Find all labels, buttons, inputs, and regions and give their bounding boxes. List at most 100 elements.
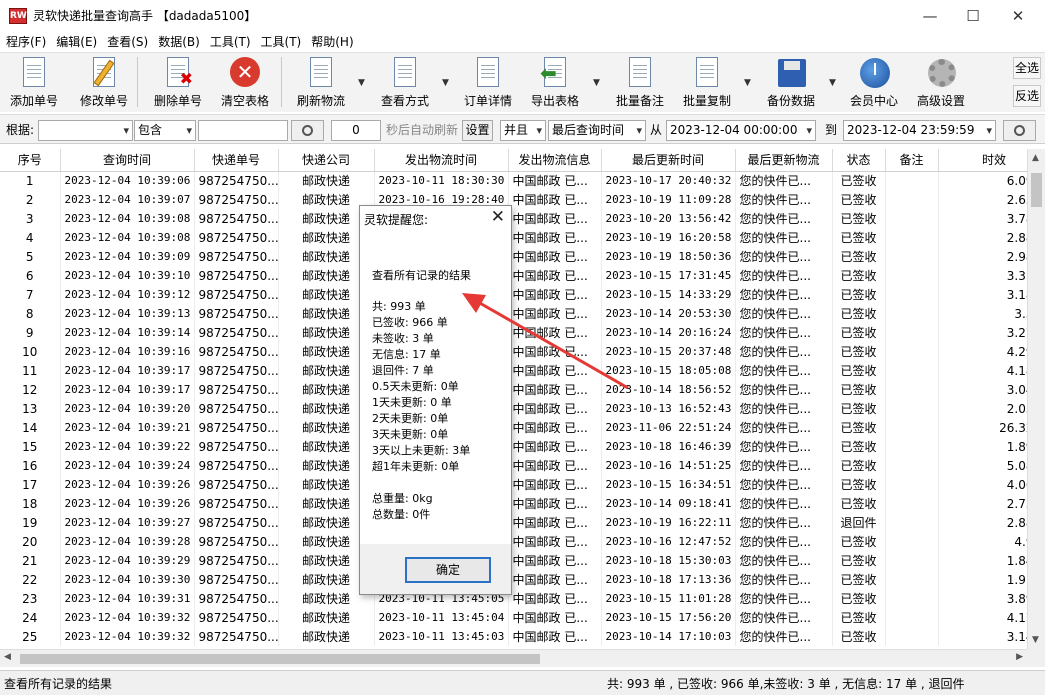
maximize-button[interactable]: ☐ xyxy=(950,0,996,31)
scroll-up-icon[interactable]: ▲ xyxy=(1032,153,1039,163)
close-button[interactable]: ✕ xyxy=(995,0,1041,31)
table-cell: 987254750... xyxy=(194,589,279,608)
backup-button[interactable]: 备份数据 xyxy=(763,55,819,109)
copy-dropdown-icon[interactable]: ▼ xyxy=(744,78,751,88)
export-button[interactable]: ⬅ 导出表格 xyxy=(527,55,583,109)
table-row[interactable]: 7 2023-12-04 10:39:12 987254750... 邮政快递 中国邮政… xyxy=(0,285,1027,304)
backup-dropdown-icon[interactable]: ▼ xyxy=(829,78,836,88)
table-row[interactable]: 10 2023-12-04 10:39:16 987254750... 邮政快递 中国邮… xyxy=(0,342,1027,361)
refresh-interval-input[interactable]: 0 xyxy=(331,120,381,141)
menu-notice[interactable]: 工具(T) xyxy=(261,33,302,50)
table-cell: 您的快件已... xyxy=(735,494,833,513)
document-icon xyxy=(19,57,49,88)
column-header[interactable]: 发出物流时间 xyxy=(374,149,509,172)
refresh-button[interactable]: 刷新物流 xyxy=(293,55,349,109)
ok-button[interactable]: 确定 xyxy=(405,557,491,583)
table-row[interactable]: 23 2023-12-04 10:39:31 987254750... 邮政快递 202… xyxy=(0,589,1027,608)
column-header[interactable]: 发出物流信息 xyxy=(508,149,602,172)
view-mode-button[interactable]: 查看方式 xyxy=(377,55,433,109)
column-header[interactable]: 状态 xyxy=(832,149,886,172)
column-header[interactable]: 备注 xyxy=(885,149,939,172)
to-date-picker[interactable]: 2023-12-04 23:59:59 xyxy=(843,120,996,141)
scroll-down-icon[interactable]: ▼ xyxy=(1032,635,1039,645)
column-header[interactable]: 查询时间 xyxy=(60,149,195,172)
table-cell: 24 xyxy=(0,608,61,627)
filter-search-button[interactable] xyxy=(291,120,324,141)
batch-note-button[interactable]: 批量备注 xyxy=(612,55,668,109)
table-row[interactable]: 18 2023-12-04 10:39:26 987254750... 邮政快递 中国邮… xyxy=(0,494,1027,513)
scroll-left-icon[interactable]: ◀ xyxy=(4,652,11,662)
table-row[interactable]: 11 2023-12-04 10:39:17 987254750... 邮政快递 中国邮… xyxy=(0,361,1027,380)
table-cell: 您的快件已... xyxy=(735,342,833,361)
table-row[interactable]: 1 2023-12-04 10:39:06 987254750... 邮政快递 2023… xyxy=(0,171,1027,190)
column-header[interactable]: 时效 xyxy=(938,149,1027,172)
table-row[interactable]: 4 2023-12-04 10:39:08 987254750... 邮政快递 中国邮政… xyxy=(0,228,1027,247)
filter-field-select[interactable] xyxy=(38,120,133,141)
horizontal-scroll-thumb[interactable] xyxy=(20,654,540,664)
table-row[interactable]: 8 2023-12-04 10:39:13 987254750... 邮政快递 中国邮政… xyxy=(0,304,1027,323)
table-row[interactable]: 20 2023-12-04 10:39:28 987254750... 邮政快递 中国邮… xyxy=(0,532,1027,551)
table-row[interactable]: 17 2023-12-04 10:39:26 987254750... 邮政快递 中国邮… xyxy=(0,475,1027,494)
from-date-picker[interactable]: 2023-12-04 00:00:00 xyxy=(666,120,816,141)
table-row[interactable]: 19 2023-12-04 10:39:27 987254750... 邮政快递 中国邮… xyxy=(0,513,1027,532)
table-row[interactable]: 9 2023-12-04 10:39:14 987254750... 邮政快递 中国邮政… xyxy=(0,323,1027,342)
minimize-button[interactable]: — xyxy=(907,0,953,31)
delete-button[interactable]: ✖ 删除单号 xyxy=(150,55,206,109)
table-row[interactable]: 16 2023-12-04 10:39:24 987254750... 邮政快递 中国邮… xyxy=(0,456,1027,475)
table-row[interactable]: 14 2023-12-04 10:39:21 987254750... 邮政快递 中国邮… xyxy=(0,418,1027,437)
invert-selection-button[interactable]: 反选 xyxy=(1013,85,1041,107)
table-row[interactable]: 22 2023-12-04 10:39:30 987254750... 邮政快递 中国邮… xyxy=(0,570,1027,589)
batch-note-label: 批量备注 xyxy=(615,94,664,108)
table-row[interactable]: 21 2023-12-04 10:39:29 987254750... 邮政快递 中国邮… xyxy=(0,551,1027,570)
member-center-button[interactable]: 会员中心 xyxy=(846,55,902,109)
menu-program[interactable]: 程序(F) xyxy=(6,33,46,50)
batch-copy-button[interactable]: 批量复制 xyxy=(679,55,735,109)
table-row[interactable]: 6 2023-12-04 10:39:10 987254750... 邮政快递 中国邮政… xyxy=(0,266,1027,285)
add-button[interactable]: 添加单号 xyxy=(6,55,62,109)
menu-data[interactable]: 数据(B) xyxy=(158,33,200,50)
column-header[interactable]: 快递单号 xyxy=(194,149,279,172)
menu-tools[interactable]: 工具(T) xyxy=(210,33,251,50)
filter-match-select[interactable]: 包含 xyxy=(134,120,196,141)
table-row[interactable]: 3 2023-12-04 10:39:08 987254750... 邮政快递 中国邮政… xyxy=(0,209,1027,228)
menu-view[interactable]: 查看(S) xyxy=(107,33,148,50)
table-row[interactable]: 24 2023-12-04 10:39:32 987254750... 邮政快递 202… xyxy=(0,608,1027,627)
clear-button[interactable]: ✕ 清空表格 xyxy=(217,55,273,109)
table-cell: 2023-10-15 18:05:08 xyxy=(601,361,736,380)
export-dropdown-icon[interactable]: ▼ xyxy=(593,78,600,88)
table-cell: 7 xyxy=(0,285,61,304)
time-field-select[interactable]: 最后查询时间 xyxy=(548,120,646,141)
scroll-right-icon[interactable]: ▶ xyxy=(1016,652,1023,662)
table-row[interactable]: 12 2023-12-04 10:39:17 987254750... 邮政快递 中国邮… xyxy=(0,380,1027,399)
search-icon xyxy=(1014,125,1025,136)
column-header[interactable]: 快递公司 xyxy=(278,149,375,172)
column-header[interactable]: 最后更新时间 xyxy=(601,149,736,172)
vertical-scroll-thumb[interactable] xyxy=(1031,173,1042,207)
table-row[interactable]: 13 2023-12-04 10:39:20 987254750... 邮政快递 中国邮… xyxy=(0,399,1027,418)
dialog-close-icon[interactable]: ✕ xyxy=(491,207,505,227)
table-row[interactable]: 5 2023-12-04 10:39:09 987254750... 邮政快递 中国邮政… xyxy=(0,247,1027,266)
table-cell: 2023-10-15 16:34:51 xyxy=(601,475,736,494)
detail-button[interactable]: 订单详情 xyxy=(460,55,516,109)
vertical-scrollbar[interactable]: ▲ ▼ xyxy=(1027,149,1045,649)
dialog-line-3day-plus: 3天以上未更新: 3单 xyxy=(372,444,471,457)
menu-help[interactable]: 帮助(H) xyxy=(311,33,353,50)
setup-button[interactable]: 设置 xyxy=(462,120,493,141)
refresh-dropdown-icon[interactable]: ▼ xyxy=(358,78,365,88)
delete-document-icon: ✖ xyxy=(163,57,193,88)
table-row[interactable]: 15 2023-12-04 10:39:22 987254750... 邮政快递 中国邮… xyxy=(0,437,1027,456)
horizontal-scrollbar[interactable]: ◀ ▶ xyxy=(0,649,1027,667)
settings-button[interactable]: 高级设置 xyxy=(913,55,969,109)
menu-edit[interactable]: 编辑(E) xyxy=(56,33,97,50)
edit-button[interactable]: 修改单号 xyxy=(76,55,132,109)
column-header[interactable]: 最后更新物流 xyxy=(735,149,833,172)
column-header[interactable]: 序号 xyxy=(0,149,61,172)
table-row[interactable]: 2 2023-12-04 10:39:07 987254750... 邮政快递 2023… xyxy=(0,190,1027,209)
select-all-button[interactable]: 全选 xyxy=(1013,57,1041,79)
view-dropdown-icon[interactable]: ▼ xyxy=(442,78,449,88)
table-cell: 中国邮政 已... xyxy=(508,475,602,494)
table-row[interactable]: 25 2023-12-04 10:39:32 987254750... 邮政快递 202… xyxy=(0,627,1027,646)
filter-keyword-input[interactable] xyxy=(198,120,288,141)
date-search-button[interactable] xyxy=(1003,120,1036,141)
logic-select[interactable]: 并且 xyxy=(500,120,546,141)
